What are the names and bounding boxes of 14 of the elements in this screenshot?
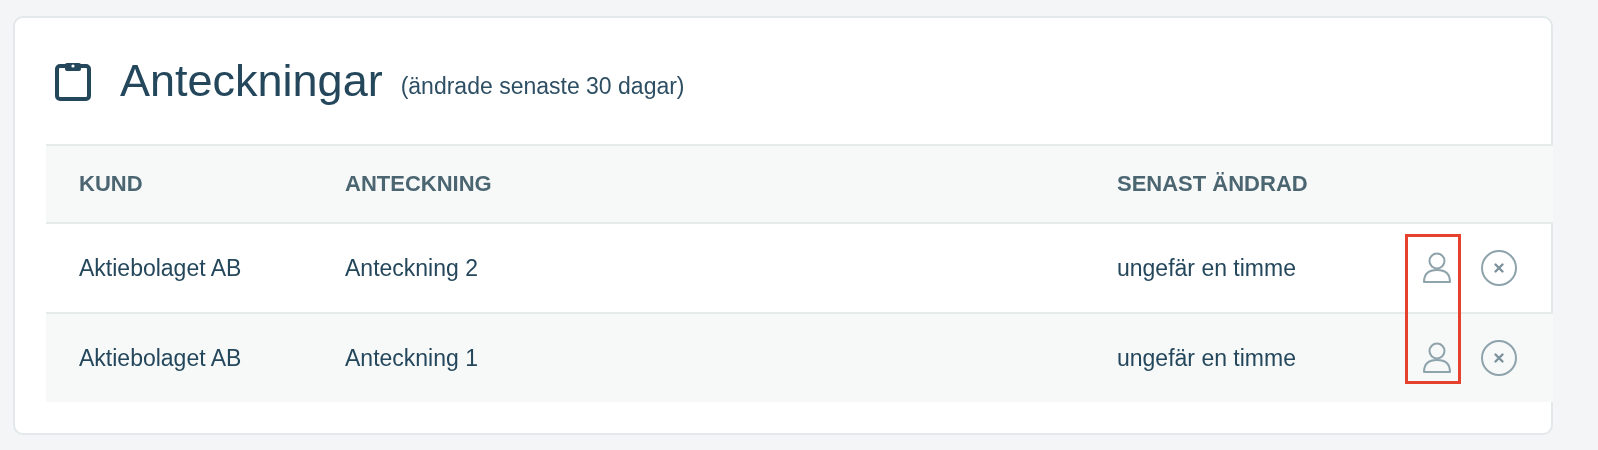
remove-button[interactable] xyxy=(1479,338,1519,378)
table-cell-text: Anteckning 1 xyxy=(345,344,479,372)
card-title: Anteckningar xyxy=(120,55,383,107)
column-header: KUND xyxy=(79,171,144,197)
card-subtitle: (ändrade senaste 30 dagar) xyxy=(400,72,685,100)
column-header: ANTECKNING xyxy=(345,171,493,197)
table-cell-text: ungefär en timme xyxy=(1117,254,1297,282)
table-cell-text: Aktiebolaget AB xyxy=(79,344,243,372)
table-cell-text: ungefär en timme xyxy=(1117,344,1297,372)
remove-button[interactable] xyxy=(1479,248,1519,288)
table-cell-text: Aktiebolaget AB xyxy=(79,254,243,282)
clipboard-icon xyxy=(54,61,92,101)
column-header: SENAST ÄNDRAD xyxy=(1117,171,1309,197)
table-cell-text: Anteckning 2 xyxy=(345,254,479,282)
